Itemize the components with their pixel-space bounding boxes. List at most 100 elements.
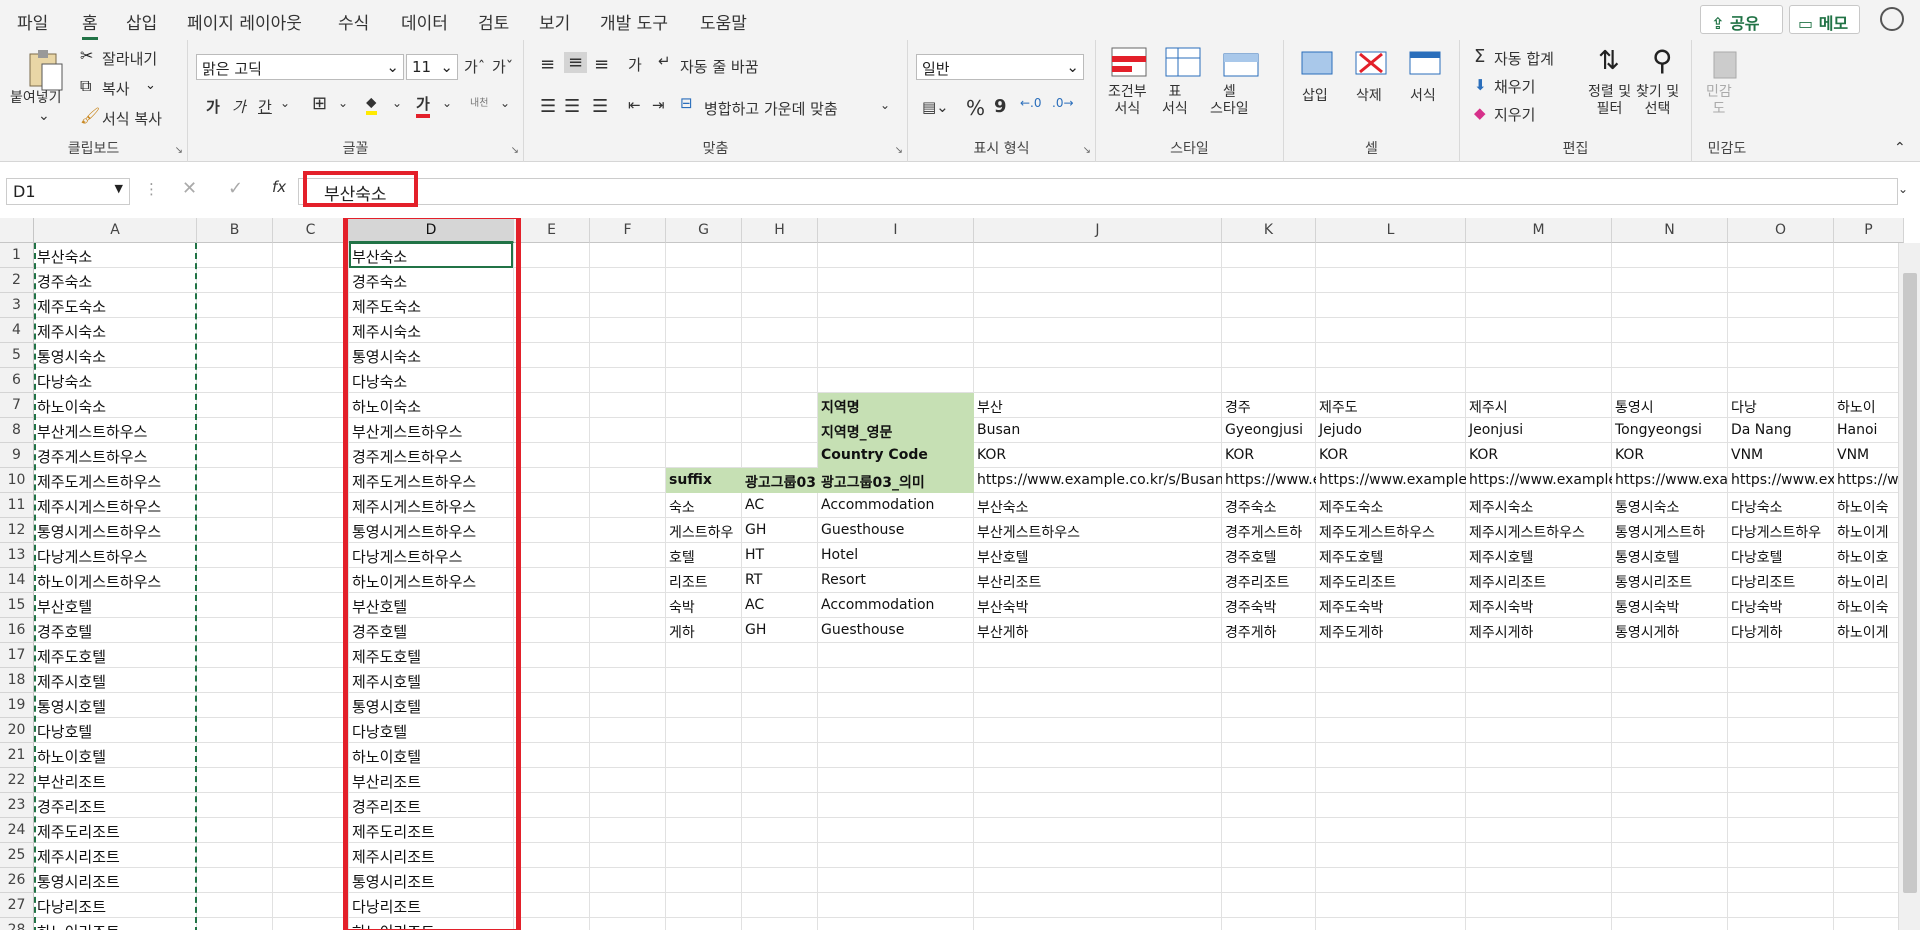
row-header-27[interactable]: 27 [0, 893, 34, 918]
cell-j12[interactable]: 부산게스트하우스 [974, 518, 1222, 543]
enter-icon[interactable]: ✓ [228, 178, 243, 199]
cell-h10[interactable]: 광고그룹03 [742, 468, 818, 493]
menu-insert[interactable]: 삽입 [126, 9, 157, 34]
cell-l12[interactable]: 제주도게스트하우스 [1316, 518, 1466, 543]
cell-o14[interactable]: 다낭리조트 [1728, 568, 1834, 593]
table-format-button[interactable]: 표 서식 [1162, 84, 1188, 118]
cell-m14[interactable]: 제주시리조트 [1466, 568, 1612, 593]
cell-j9[interactable]: KOR [974, 443, 1222, 468]
row-header-28[interactable]: 28 [0, 918, 34, 930]
cell-i8[interactable]: 지역명_영문 [818, 418, 974, 443]
align-right-icon[interactable]: ☰ [592, 96, 608, 117]
col-header-a[interactable]: A [34, 218, 197, 243]
border-dropdown-icon[interactable]: ⌄ [338, 96, 348, 110]
cell-n12[interactable]: 통영시게스트하 [1612, 518, 1728, 543]
memo-button[interactable]: ▭ 메모 [1789, 5, 1860, 34]
col-header-g[interactable]: G [666, 218, 742, 243]
increase-decimal-icon[interactable]: ←.0 [1020, 96, 1042, 110]
feedback-smiley-icon[interactable] [1880, 7, 1904, 31]
cell-k14[interactable]: 경주리조트 [1222, 568, 1316, 593]
col-header-f[interactable]: F [590, 218, 666, 243]
cell-o13[interactable]: 다낭호텔 [1728, 543, 1834, 568]
cell-g14[interactable]: 리조트 [666, 568, 742, 593]
collapse-ribbon-icon[interactable]: ⌃ [1894, 140, 1906, 156]
cell-k7[interactable]: 경주 [1222, 393, 1316, 418]
cell-l14[interactable]: 제주도리조트 [1316, 568, 1466, 593]
cell-k12[interactable]: 경주게스트하 [1222, 518, 1316, 543]
cell-p14[interactable]: 하노이리 [1834, 568, 1904, 593]
row-header-7[interactable]: 7 [0, 393, 34, 418]
menu-formulas[interactable]: 수식 [338, 9, 369, 34]
font-color-icon[interactable]: 가 [416, 93, 430, 118]
cell-h16[interactable]: GH [742, 618, 818, 643]
dialog-launcher-icon[interactable]: ↘ [1083, 145, 1091, 156]
cell-l8[interactable]: Jejudo [1316, 418, 1466, 443]
cell-j11[interactable]: 부산숙소 [974, 493, 1222, 518]
cell-k15[interactable]: 경주숙박 [1222, 593, 1316, 618]
cell-l16[interactable]: 제주도게하 [1316, 618, 1466, 643]
cell-n16[interactable]: 통영시게하 [1612, 618, 1728, 643]
align-top-icon[interactable]: ≡ [540, 54, 555, 75]
cell-style-button[interactable]: 셀 스타일 [1210, 84, 1249, 118]
col-header-l[interactable]: L [1316, 218, 1466, 243]
row-header-5[interactable]: 5 [0, 343, 34, 368]
cell-o9[interactable]: VNM [1728, 443, 1834, 468]
cell-l15[interactable]: 제주도숙박 [1316, 593, 1466, 618]
row-header-24[interactable]: 24 [0, 818, 34, 843]
vertical-scrollbar[interactable] [1898, 243, 1920, 930]
row-header-25[interactable]: 25 [0, 843, 34, 868]
cell-o10[interactable]: https://www.exa [1728, 468, 1834, 493]
cell-j8[interactable]: Busan [974, 418, 1222, 443]
cell-i13[interactable]: Hotel [818, 543, 974, 568]
font-name-select[interactable]: 맑은 고딕 ⌄ [196, 54, 404, 80]
align-center-icon[interactable]: ☰ [564, 96, 580, 117]
cell-o8[interactable]: Da Nang [1728, 418, 1834, 443]
menu-help[interactable]: 도움말 [700, 9, 747, 34]
expand-formula-icon[interactable]: ⌄ [1898, 182, 1908, 196]
cell-l11[interactable]: 제주도숙소 [1316, 493, 1466, 518]
sort-filter-button[interactable]: 정렬 및 필터 [1588, 84, 1631, 118]
percent-button[interactable]: % [966, 96, 985, 120]
col-header-j[interactable]: J [974, 218, 1222, 243]
cancel-icon[interactable]: ✕ [182, 178, 197, 199]
cell-m7[interactable]: 제주시 [1466, 393, 1612, 418]
increase-font-icon[interactable]: 가ˆ [464, 56, 485, 77]
cell-n9[interactable]: KOR [1612, 443, 1728, 468]
cell-i10[interactable]: 광고그룹03_의미 [818, 468, 974, 493]
format-cells-button[interactable]: 서식 [1410, 88, 1436, 105]
cell-k13[interactable]: 경주호텔 [1222, 543, 1316, 568]
insert-function-icon[interactable]: fx [272, 178, 286, 196]
cell-g10[interactable]: suffix [666, 468, 742, 493]
cell-g16[interactable]: 게하 [666, 618, 742, 643]
cell-n7[interactable]: 통영시 [1612, 393, 1728, 418]
menu-data[interactable]: 데이터 [401, 9, 448, 34]
phonetic-dropdown-icon[interactable]: ⌄ [500, 96, 510, 110]
cell-o11[interactable]: 다낭숙소 [1728, 493, 1834, 518]
cell-g15[interactable]: 숙박 [666, 593, 742, 618]
align-left-icon[interactable]: ☰ [540, 96, 556, 117]
cell-p16[interactable]: 하노이게 [1834, 618, 1904, 643]
cell-i11[interactable]: Accommodation [818, 493, 974, 518]
cell-n10[interactable]: https://www.exam [1612, 468, 1728, 493]
row-header-14[interactable]: 14 [0, 568, 34, 593]
row-header-16[interactable]: 16 [0, 618, 34, 643]
underline-button[interactable]: 간 [258, 96, 272, 117]
menu-developer[interactable]: 개발 도구 [600, 9, 668, 34]
cell-o16[interactable]: 다낭게하 [1728, 618, 1834, 643]
cell-l13[interactable]: 제주도호텔 [1316, 543, 1466, 568]
col-header-e[interactable]: E [514, 218, 590, 243]
cell-g11[interactable]: 숙소 [666, 493, 742, 518]
dialog-launcher-icon[interactable]: ↘ [511, 145, 519, 156]
underline-dropdown-icon[interactable]: ⌄ [280, 96, 290, 110]
menu-view[interactable]: 보기 [539, 9, 570, 34]
border-icon[interactable]: ⊞ [312, 93, 327, 114]
row-header-23[interactable]: 23 [0, 793, 34, 818]
col-header-h[interactable]: H [742, 218, 818, 243]
col-header-m[interactable]: M [1466, 218, 1612, 243]
insert-cells-button[interactable]: 삽입 [1302, 88, 1328, 105]
dialog-launcher-icon[interactable]: ↘ [895, 145, 903, 156]
row-header-15[interactable]: 15 [0, 593, 34, 618]
cell-m8[interactable]: Jeonjusi [1466, 418, 1612, 443]
cell-i7[interactable]: 지역명 [818, 393, 974, 418]
orientation-icon[interactable]: 가 [628, 54, 642, 75]
